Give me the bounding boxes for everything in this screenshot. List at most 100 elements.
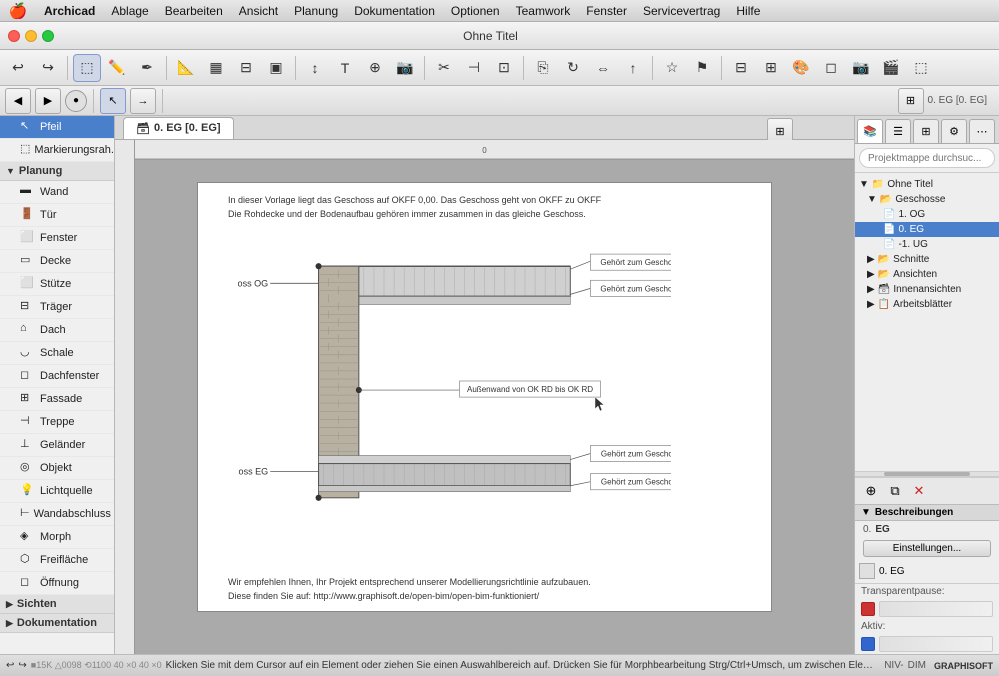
rp-tab-book[interactable]: 📚: [857, 119, 883, 143]
rect-tool[interactable]: ▣: [262, 54, 290, 82]
scrollbar[interactable]: [855, 471, 999, 477]
arrow-select[interactable]: ↖: [100, 88, 126, 114]
floor-plan-tab[interactable]: 🗃 0. EG [0. EG]: [123, 117, 234, 139]
menu-ansicht[interactable]: Ansicht: [231, 0, 286, 21]
magic-wand-tool[interactable]: ✏️: [103, 54, 131, 82]
text-tool[interactable]: T: [331, 54, 359, 82]
line-tool[interactable]: ⊟: [232, 54, 260, 82]
sidebar-item-dachfenster[interactable]: ◻ Dachfenster: [0, 365, 114, 388]
sidebar-item-fassade[interactable]: ⊞ Fassade: [0, 388, 114, 411]
aktiv-color[interactable]: [861, 637, 875, 651]
rp-tab-properties[interactable]: ⚙: [941, 119, 967, 143]
close-button[interactable]: [8, 30, 20, 42]
menu-planung[interactable]: Planung: [286, 0, 346, 21]
star-tool[interactable]: ☆: [658, 54, 686, 82]
apple-menu[interactable]: 🍎: [0, 2, 36, 20]
sidebar-item-morph[interactable]: ◈ Morph: [0, 526, 114, 549]
rp-tab-list[interactable]: ☰: [885, 119, 911, 143]
tree-item-1og[interactable]: 📄 1. OG: [855, 207, 999, 222]
more-views-btn[interactable]: ⬚: [907, 54, 935, 82]
grid-btn[interactable]: ⊞: [757, 54, 785, 82]
sidebar-item-tuer[interactable]: 🚪 Tür: [0, 204, 114, 227]
sidebar-item-schale[interactable]: ◡ Schale: [0, 342, 114, 365]
rotate-tool[interactable]: ↻: [559, 54, 587, 82]
sidebar-item-oeffnung[interactable]: ◻ Öffnung: [0, 572, 114, 595]
aktiv-slider[interactable]: [879, 636, 993, 652]
rp-tab-layers[interactable]: ⊞: [913, 119, 939, 143]
dimension-tool[interactable]: ↕: [301, 54, 329, 82]
camera-tool[interactable]: 📷: [391, 54, 419, 82]
view3d-btn[interactable]: ◻: [817, 54, 845, 82]
tree-item-ansichten[interactable]: ▶ 📂 Ansichten: [855, 267, 999, 282]
transparentpause-slider[interactable]: [879, 601, 993, 617]
tree-item-schnitte[interactable]: ▶ 📂 Schnitte: [855, 252, 999, 267]
measure-tool[interactable]: 📐: [172, 54, 200, 82]
section-sichten[interactable]: ▶ Sichten: [0, 595, 114, 614]
elevate-tool[interactable]: ↑: [619, 54, 647, 82]
tree-item-1ug[interactable]: 📄 -1. UG: [855, 237, 999, 252]
tree-item-project[interactable]: ▼ 📁 Ohne Titel: [855, 177, 999, 192]
next-btn[interactable]: ▶: [35, 88, 61, 114]
maximize-button[interactable]: [42, 30, 54, 42]
minimize-button[interactable]: [25, 30, 37, 42]
settings-button[interactable]: Einstellungen...: [863, 540, 991, 557]
sidebar-item-lichtquelle[interactable]: 💡 Lichtquelle: [0, 480, 114, 503]
sidebar-item-gelaender[interactable]: ⊥ Geländer: [0, 434, 114, 457]
add-item-button[interactable]: ⊕: [861, 481, 881, 501]
roof-icon: ⌂: [20, 322, 36, 338]
sidebar-item-stuetze[interactable]: ⬜ Stütze: [0, 273, 114, 296]
transparentpause-color[interactable]: [861, 602, 875, 616]
menu-ablage[interactable]: Ablage: [103, 0, 156, 21]
prev-btn[interactable]: ◀: [5, 88, 31, 114]
flag-tool[interactable]: ⚑: [688, 54, 716, 82]
sidebar-item-traeger[interactable]: ⊟ Träger: [0, 296, 114, 319]
undo-button[interactable]: ↩: [4, 54, 32, 82]
section-dokumentation[interactable]: ▶ Dokumentation: [0, 614, 114, 633]
menu-servicevertrag[interactable]: Servicevertrag: [635, 0, 728, 21]
select-tool[interactable]: ⬚: [73, 54, 101, 82]
cam-path-btn[interactable]: 🎬: [877, 54, 905, 82]
sidebar-item-fenster[interactable]: ⬜ Fenster: [0, 227, 114, 250]
delete-button[interactable]: ✕: [909, 481, 929, 501]
sidebar-item-pfeil[interactable]: ↖ Pfeil: [0, 116, 114, 139]
tree-item-arbeitsblatter[interactable]: ▶ 📋 Arbeitsblätter: [855, 297, 999, 312]
section-btn[interactable]: 📷: [847, 54, 875, 82]
tree-item-geschosse[interactable]: ▼ 📂 Geschosse: [855, 192, 999, 207]
menu-teamwork[interactable]: Teamwork: [508, 0, 579, 21]
sidebar-item-treppe[interactable]: ⊣ Treppe: [0, 411, 114, 434]
arrow-right[interactable]: →: [130, 88, 156, 114]
drawing-area[interactable]: 0 In dieser Vorlage liegt das Geschoss a…: [115, 140, 854, 654]
section-planung[interactable]: ▼ Planung: [0, 162, 114, 181]
scissors-tool[interactable]: ✂: [430, 54, 458, 82]
rp-tab-more[interactable]: ⋯: [969, 119, 995, 143]
menu-fenster[interactable]: Fenster: [578, 0, 635, 21]
tree-item-0eg[interactable]: 📄 0. EG: [855, 222, 999, 237]
menu-dokumentation[interactable]: Dokumentation: [346, 0, 443, 21]
marquee-tool[interactable]: ✒: [133, 54, 161, 82]
pet-palette-btn[interactable]: ●: [65, 90, 87, 112]
sidebar-item-objekt[interactable]: ◎ Objekt: [0, 457, 114, 480]
menu-optionen[interactable]: Optionen: [443, 0, 508, 21]
fill-tool[interactable]: ▦: [202, 54, 230, 82]
menu-hilfe[interactable]: Hilfe: [728, 0, 768, 21]
menu-archicad[interactable]: Archicad: [36, 0, 103, 21]
sidebar-item-wand[interactable]: ▬ Wand: [0, 181, 114, 204]
sidebar-item-wandabschluss[interactable]: ⊢ Wandabschluss: [0, 503, 114, 526]
render-btn[interactable]: 🎨: [787, 54, 815, 82]
view-mode-btn[interactable]: ⊞: [898, 88, 924, 114]
sidebar-item-dach[interactable]: ⌂ Dach: [0, 319, 114, 342]
sidebar-item-decke[interactable]: ▭ Decke: [0, 250, 114, 273]
search-input[interactable]: [859, 148, 995, 168]
menu-bearbeiten[interactable]: Bearbeiten: [157, 0, 231, 21]
duplicate-button[interactable]: ⧉: [885, 481, 905, 501]
tree-item-innenansichten[interactable]: ▶ 🗃 Innenansichten: [855, 282, 999, 297]
extend-tool[interactable]: ⊣: [460, 54, 488, 82]
symbol-tool[interactable]: ⊕: [361, 54, 389, 82]
redo-button[interactable]: ↪: [34, 54, 62, 82]
sidebar-item-freiflaeche[interactable]: ⬡ Freifläche: [0, 549, 114, 572]
solid-ops-btn[interactable]: ⊟: [727, 54, 755, 82]
mirror-tool[interactable]: ⇔: [589, 54, 617, 82]
copy-tool[interactable]: ⎘: [529, 54, 557, 82]
offset-tool[interactable]: ⊡: [490, 54, 518, 82]
sidebar-item-markierung[interactable]: ⬚ Markierungsrah...: [0, 139, 114, 162]
